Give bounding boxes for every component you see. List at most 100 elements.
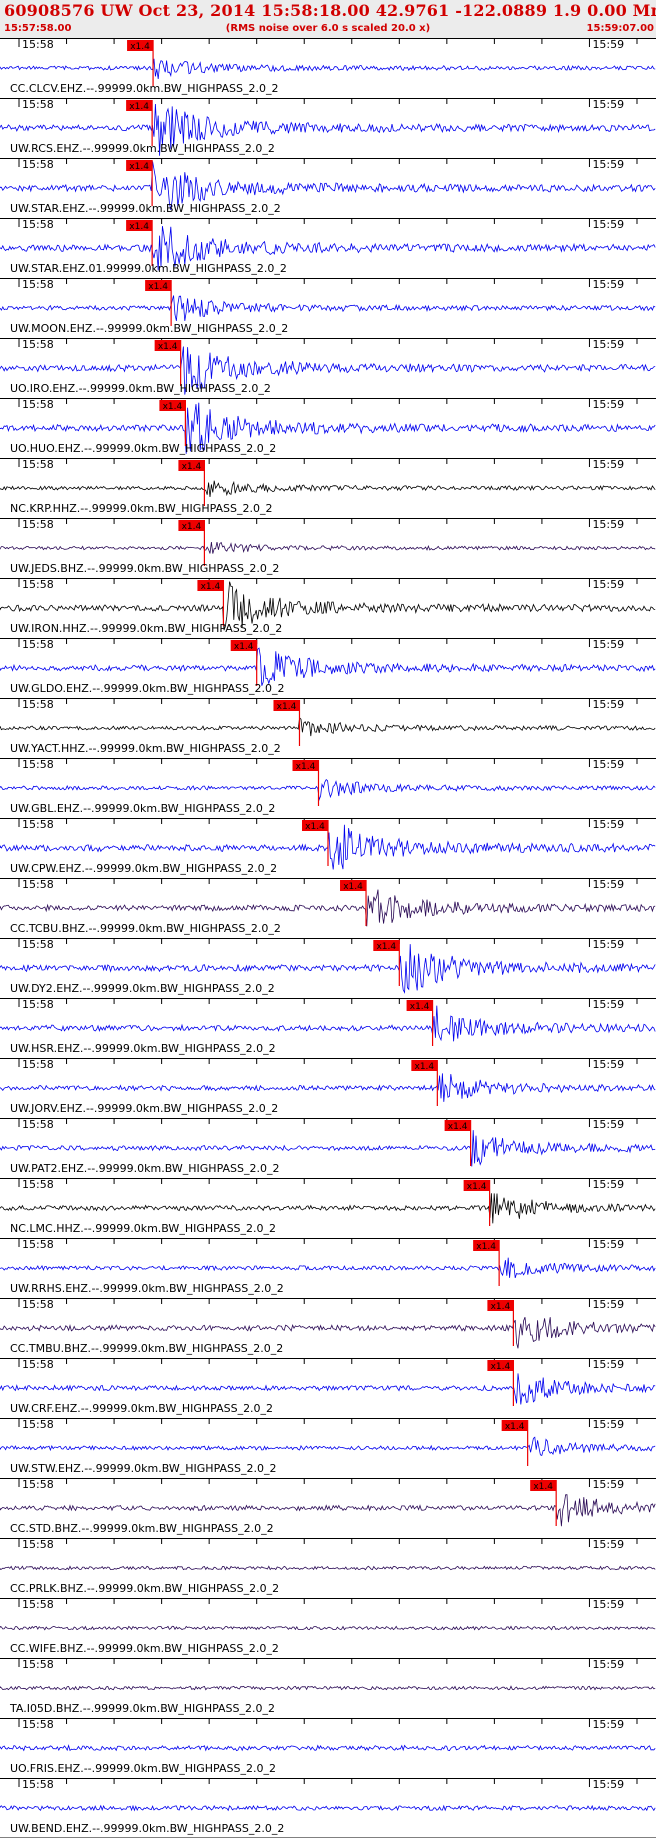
pick-label: x1.4: [491, 1362, 511, 1372]
station-label: UO.IRO.EHZ.--.99999.0km.BW_HIGHPASS_2.0_…: [10, 382, 271, 395]
station-label: UW.STAR.EHZ.01.99999.0km.BW_HIGHPASS_2.0…: [10, 262, 287, 275]
minute-label: 15:59: [592, 878, 624, 891]
minute-label: 15:59: [592, 278, 624, 291]
pick-label: x1.4: [234, 642, 254, 652]
pick-label: x1.4: [476, 1242, 496, 1252]
minute-label: 15:58: [22, 38, 54, 51]
seismic-trace: [0, 647, 656, 686]
minute-label: 15:59: [592, 1358, 624, 1371]
minute-label: 15:58: [22, 998, 54, 1011]
event-title: 60908576 UW Oct 23, 2014 15:58:18.00 42.…: [4, 1, 656, 20]
minute-label: 15:59: [592, 1418, 624, 1431]
seismic-trace: [0, 58, 656, 79]
minute-label: 15:59: [592, 638, 624, 651]
pick-label: x1.4: [129, 222, 149, 232]
minute-label: 15:58: [22, 1658, 54, 1671]
minute-label: 15:59: [592, 1178, 624, 1191]
station-label: UW.BEND.EHZ.--.99999.0km.BW_HIGHPASS_2.0…: [10, 1822, 284, 1835]
station-label: UW.JEDS.BHZ.--.99999.0km.BW_HIGHPASS_2.0…: [10, 562, 279, 575]
station-label: UW.JORV.EHZ.--.99999.0km.BW_HIGHPASS_2.0…: [10, 1102, 278, 1115]
minute-label: 15:58: [22, 1538, 54, 1551]
minute-label: 15:58: [22, 818, 54, 831]
seismic-trace: [0, 1565, 656, 1571]
minute-label: 15:59: [592, 1538, 624, 1551]
station-label: UW.HSR.EHZ.--.99999.0km.BW_HIGHPASS_2.0_…: [10, 1042, 276, 1055]
minute-label: 15:59: [592, 1118, 624, 1131]
minute-label: 15:58: [22, 1718, 54, 1731]
station-label: UW.MOON.EHZ.--.99999.0km.BW_HIGHPASS_2.0…: [10, 322, 288, 335]
station-label: UW.IRON.HHZ.--.99999.0km.BW_HIGHPASS_2.0…: [10, 622, 282, 635]
pick-label: x1.4: [158, 342, 178, 352]
minute-label: 15:58: [22, 158, 54, 171]
station-label: CC.TCBU.BHZ.--.99999.0km.BW_HIGHPASS_2.0…: [10, 922, 281, 935]
seismic-trace: [0, 1193, 656, 1224]
minute-label: 15:58: [22, 1358, 54, 1371]
minute-label: 15:59: [592, 1658, 624, 1671]
minute-label: 15:58: [22, 1418, 54, 1431]
seismic-trace: [0, 1257, 656, 1279]
minute-label: 15:59: [592, 1058, 624, 1071]
station-label: UW.STAR.EHZ.--.99999.0km.BW_HIGHPASS_2.0…: [10, 202, 281, 215]
minute-label: 15:58: [22, 1058, 54, 1071]
minute-label: 15:58: [22, 578, 54, 591]
minute-label: 15:58: [22, 1238, 54, 1251]
station-label: UW.GBL.EHZ.--.99999.0km.BW_HIGHPASS_2.0_…: [10, 802, 275, 815]
pick-label: x1.4: [448, 1122, 468, 1132]
station-label: UW.CRF.EHZ.--.99999.0km.BW_HIGHPASS_2.0_…: [10, 1402, 273, 1415]
station-label: UO.HUO.EHZ.--.99999.0km.BW_HIGHPASS_2.0_…: [10, 442, 276, 455]
seismic-trace: [0, 889, 656, 927]
minute-label: 15:58: [22, 1178, 54, 1191]
seismic-trace: [0, 716, 656, 737]
minute-label: 15:59: [592, 98, 624, 111]
station-label: CC.STD.BHZ.--.99999.0km.BW_HIGHPASS_2.0_…: [10, 1522, 274, 1535]
station-label: UW.DY2.EHZ.--.99999.0km.BW_HIGHPASS_2.0_…: [10, 982, 275, 995]
minute-label: 15:59: [592, 938, 624, 951]
pick-label: x1.4: [343, 882, 363, 892]
seismic-trace: [0, 1073, 656, 1102]
minute-label: 15:59: [592, 1718, 624, 1731]
pick-label: x1.4: [129, 102, 149, 112]
station-label: UW.CPW.EHZ.--.99999.0km.BW_HIGHPASS_2.0_…: [10, 862, 277, 875]
minute-label: 15:59: [592, 1778, 624, 1791]
station-label: NC.KRP.HHZ.--.99999.0km.BW_HIGHPASS_2.0_…: [10, 502, 273, 515]
minute-label: 15:59: [592, 458, 624, 471]
minute-label: 15:59: [592, 338, 624, 351]
pick-label: x1.4: [163, 402, 183, 412]
pick-label: x1.4: [491, 1302, 511, 1312]
seismic-trace: [0, 541, 656, 554]
minute-label: 15:58: [22, 1298, 54, 1311]
seismic-trace: [0, 1625, 656, 1631]
station-label: UW.GLDO.EHZ.--.99999.0km.BW_HIGHPASS_2.0…: [10, 682, 285, 695]
station-label: CC.WIFE.BHZ.--.99999.0km.BW_HIGHPASS_2.0…: [10, 1642, 279, 1655]
pick-label: x1.4: [410, 1002, 430, 1012]
minute-label: 15:59: [592, 578, 624, 591]
station-label: UW.YACT.HHZ.--.99999.0km.BW_HIGHPASS_2.0…: [10, 742, 281, 755]
minute-label: 15:58: [22, 338, 54, 351]
scaling-note: (RMS noise over 6.0 s scaled 20.0 x): [225, 23, 431, 34]
seismic-trace: [0, 1373, 656, 1405]
pick-label: x1.4: [201, 582, 221, 592]
pick-label: x1.4: [182, 522, 202, 532]
seismic-trace: [0, 295, 656, 321]
pick-label: x1.4: [505, 1422, 525, 1432]
minute-label: 15:58: [22, 1118, 54, 1131]
minute-label: 15:58: [22, 398, 54, 411]
station-label: UW.RRHS.EHZ.--.99999.0km.BW_HIGHPASS_2.0…: [10, 1282, 284, 1295]
seismic-trace: [0, 480, 656, 498]
pick-label: x1.4: [376, 942, 396, 952]
minute-label: 15:59: [592, 1598, 624, 1611]
pick-label: x1.4: [305, 822, 325, 832]
station-label: CC.PRLK.BHZ.--.99999.0km.BW_HIGHPASS_2.0…: [10, 1582, 279, 1595]
minute-label: 15:58: [22, 1478, 54, 1491]
station-label: UW.RCS.EHZ.--.99999.0km.BW_HIGHPASS_2.0_…: [10, 142, 275, 155]
minute-label: 15:59: [592, 998, 624, 1011]
minute-label: 15:58: [22, 278, 54, 291]
pick-label: x1.4: [467, 1182, 487, 1192]
seismic-trace: [0, 1436, 656, 1457]
plot-header: 60908576 UW Oct 23, 2014 15:58:18.00 42.…: [0, 0, 656, 39]
minute-label: 15:59: [592, 818, 624, 831]
minute-label: 15:58: [22, 758, 54, 771]
pick-label: x1.4: [533, 1482, 553, 1492]
minute-label: 15:58: [22, 1778, 54, 1791]
minute-label: 15:58: [22, 1598, 54, 1611]
